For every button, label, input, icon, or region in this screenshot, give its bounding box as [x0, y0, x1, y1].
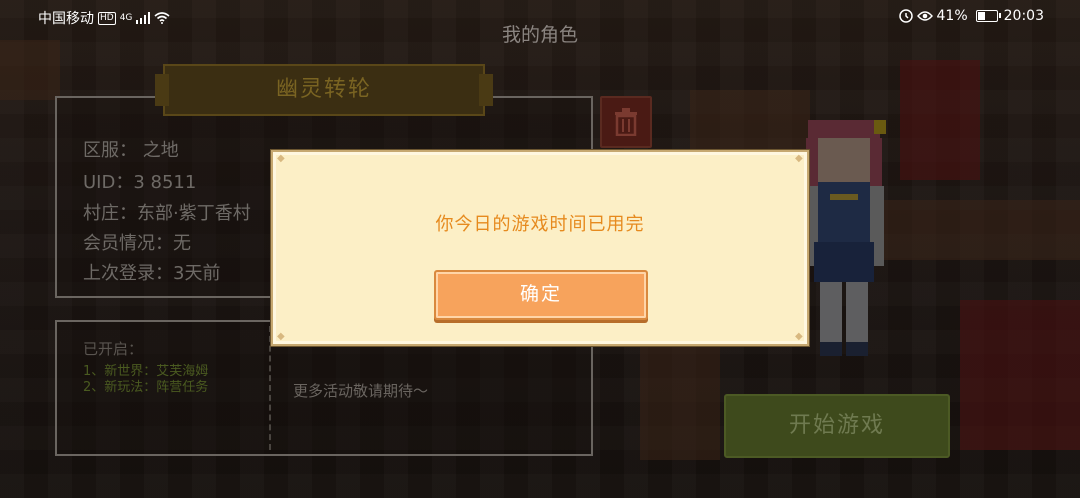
news-more-text: 更多活动敬请期待～ [293, 382, 429, 400]
membership-info: 会员情况：无 [83, 233, 191, 254]
page-title: 我的角色 [501, 24, 578, 46]
start-game-button[interactable]: 开始游戏 [724, 394, 950, 458]
character-name-plaque: 幽灵转轮 [155, 64, 493, 116]
news-item: 2、新玩法：阵营任务 [83, 380, 209, 395]
corner-ornament: ◆ [795, 331, 803, 342]
trash-icon [615, 108, 637, 136]
news-title: 已开启： [83, 340, 144, 358]
village-info: 村庄：东部·紫丁香村 [83, 203, 251, 224]
dialog-message: 你今日的游戏时间已用完 [435, 214, 645, 235]
server-info: 区服： 之地 [83, 140, 179, 161]
delete-character-button[interactable] [600, 96, 652, 148]
corner-ornament: ◆ [795, 153, 803, 164]
last-login-info: 上次登录：3天前 [83, 263, 221, 284]
playtime-limit-dialog: ◆ ◆ ◆ ◆ 你今日的游戏时间已用完 确定 [271, 150, 809, 346]
confirm-button[interactable]: 确定 [434, 270, 648, 320]
corner-ornament: ◆ [277, 153, 285, 164]
corner-ornament: ◆ [277, 331, 285, 342]
character-avatar [804, 120, 886, 356]
uid-info: UID：3 8511 [83, 172, 197, 193]
